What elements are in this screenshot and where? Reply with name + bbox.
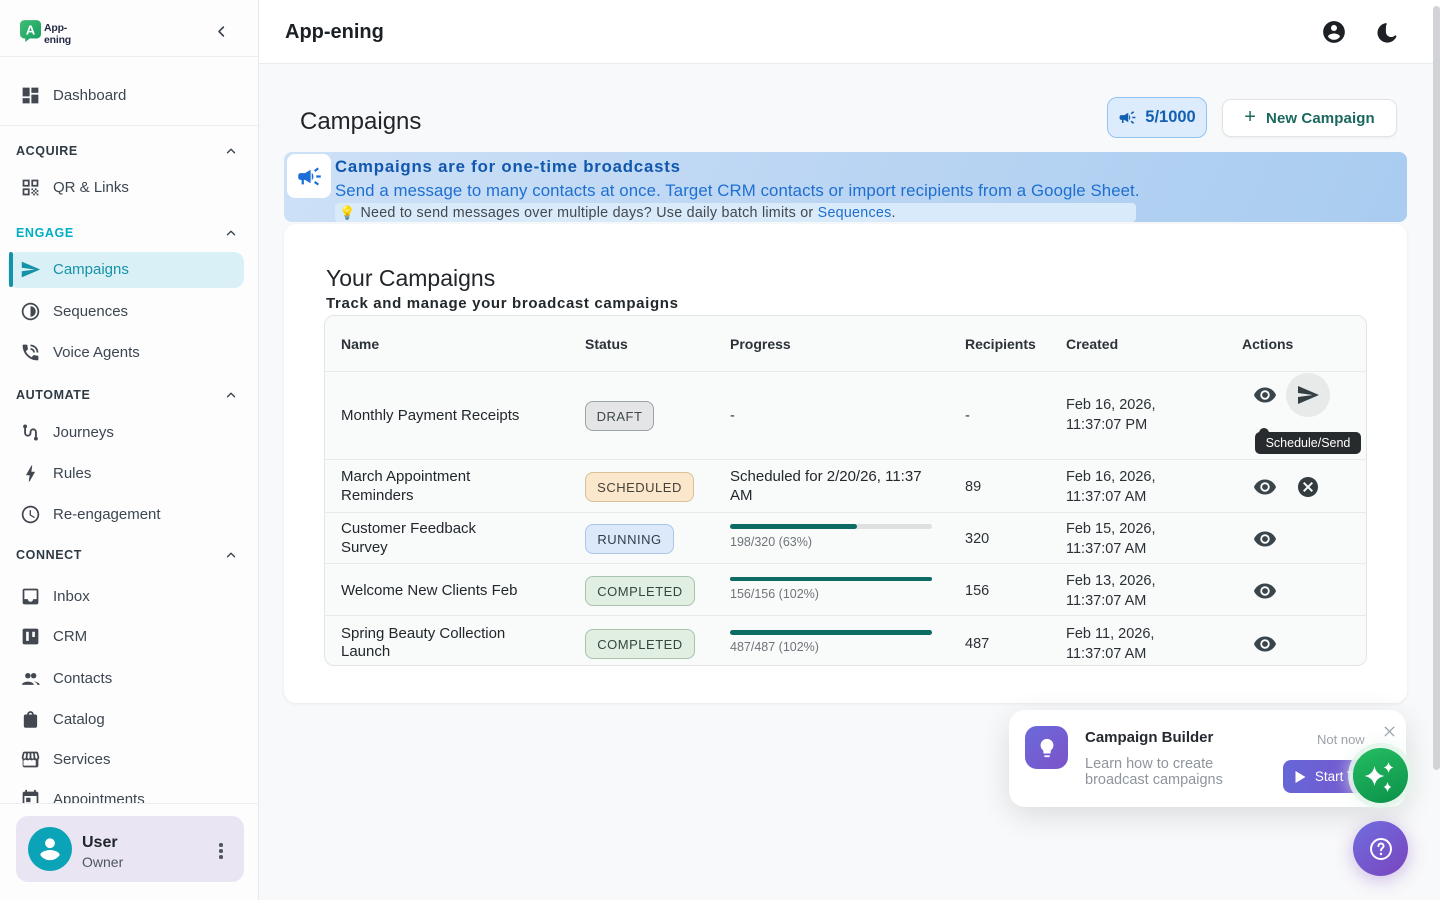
svg-text:A: A xyxy=(26,23,36,38)
